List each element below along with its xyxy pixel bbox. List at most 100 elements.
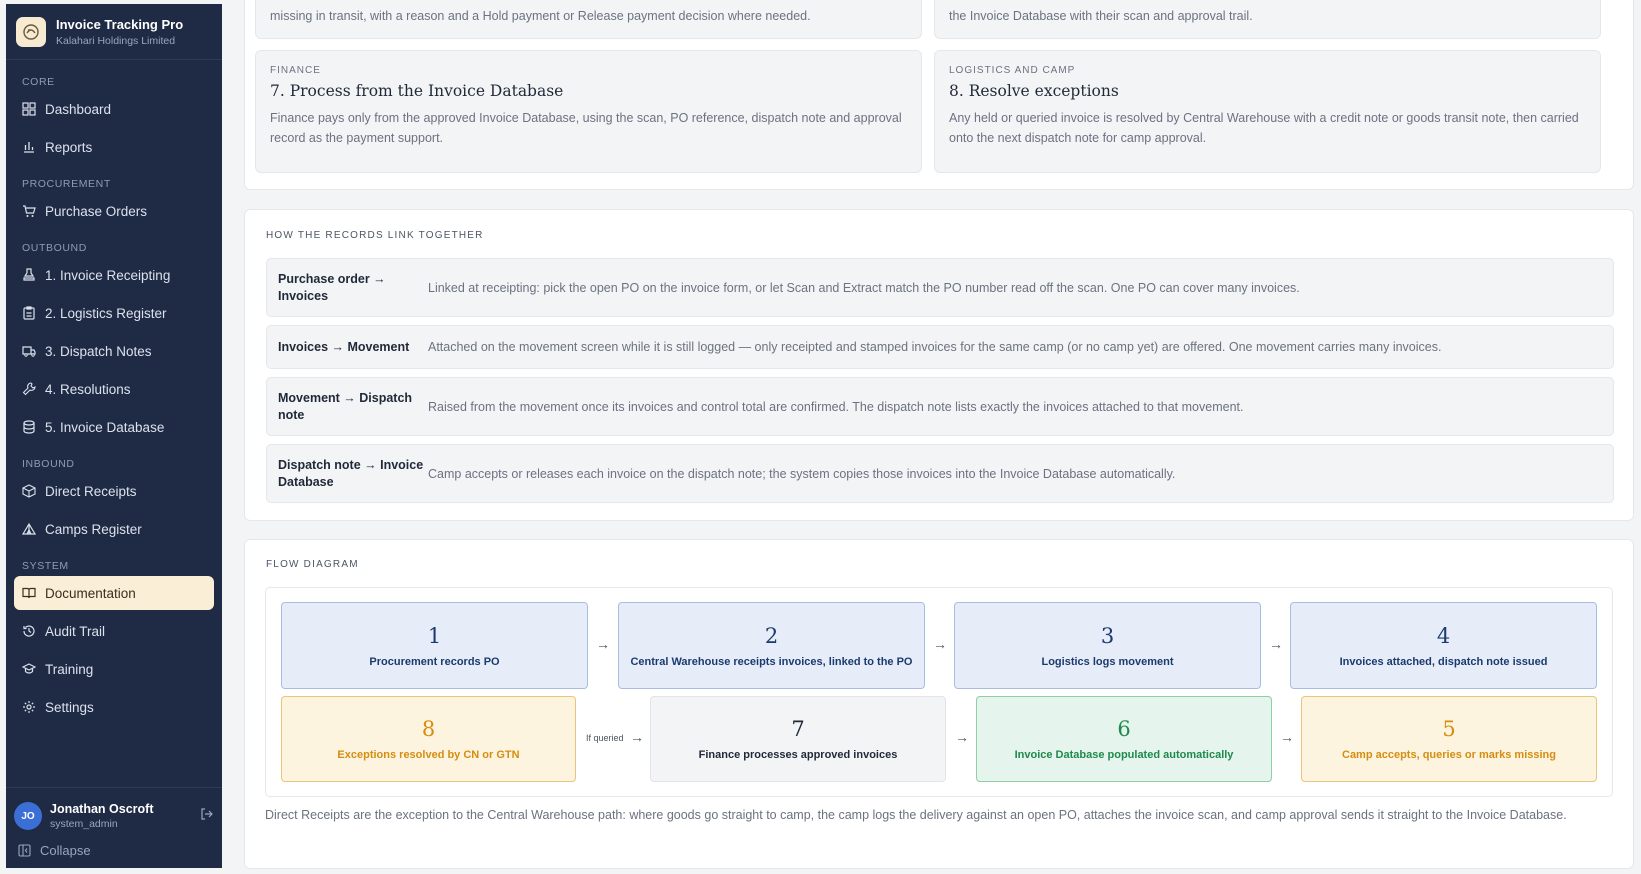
sidebar-item-label: 2. Logistics Register	[45, 305, 167, 321]
flow-node-number: 7	[791, 717, 805, 741]
step-category: FINANCE	[270, 65, 321, 76]
bar-chart-icon	[24, 142, 34, 153]
flow-node-number: 4	[1436, 623, 1451, 648]
sidebar-item-reports[interactable]: Reports	[14, 130, 214, 164]
step-box-6: missing in transit, with a reason and a …	[255, 0, 922, 39]
sidebar-item-training[interactable]: Training	[14, 652, 214, 686]
collapse-icon	[18, 843, 31, 857]
flow-arrow: →	[1269, 636, 1283, 652]
flow-arrow: →	[630, 729, 644, 745]
link-from: Movement → Dispatch note	[278, 390, 413, 422]
if-queried-label: If queried	[586, 733, 624, 743]
link-row: Dispatch note → Invoice Database Camp ac…	[266, 444, 1614, 503]
sidebar-item-label: Training	[45, 661, 94, 677]
sidebar-item-label: Settings	[45, 699, 94, 715]
flow-node-number: 1	[427, 623, 442, 648]
brand-logo-icon	[16, 16, 46, 47]
flow-node-number: 6	[1117, 717, 1131, 741]
step-box-7: FINANCE 7. Process from the Invoice Data…	[255, 50, 922, 173]
link-row: Invoices → Movement Attached on the move…	[266, 325, 1614, 369]
sidebar-item-logistics-register[interactable]: 2. Logistics Register	[14, 296, 214, 330]
section-heading: FLOW DIAGRAM	[266, 559, 359, 570]
flow-node-number: 2	[764, 623, 779, 648]
collapse-label: Collapse	[40, 842, 91, 858]
link-description: Raised from the movement once its invoic…	[428, 399, 1244, 414]
sidebar-item-resolutions[interactable]: 4. Resolutions	[14, 372, 214, 406]
sidebar: Invoice Tracking Pro Kalahari Holdings L…	[6, 4, 222, 868]
link-row: Purchase order → Invoices Linked at rece…	[266, 258, 1614, 317]
flow-node-label: Invoices attached, dispatch note issued	[1339, 655, 1548, 668]
sidebar-item-audit-trail[interactable]: Audit Trail	[14, 614, 214, 648]
workflow-steps-card: missing in transit, with a reason and a …	[244, 0, 1634, 190]
flow-arrow: →	[1280, 729, 1294, 745]
brand-subtitle: Kalahari Holdings Limited	[56, 34, 176, 47]
brand[interactable]: Invoice Tracking Pro Kalahari Holdings L…	[6, 4, 222, 60]
flow-node-label: Exceptions resolved by CN or GTN	[337, 749, 520, 761]
nav-section-core: CORE	[22, 76, 55, 88]
flow-node-number: 3	[1100, 623, 1115, 648]
flow-node-2: 2 Central Warehouse receipts invoices, l…	[618, 602, 925, 689]
flow-node-5: 5 Camp accepts, queries or marks missing	[1301, 696, 1597, 782]
nav-section-inbound: INBOUND	[22, 458, 75, 470]
sidebar-item-label: Camps Register	[45, 521, 142, 537]
flow-node-8: 8 Exceptions resolved by CN or GTN	[281, 696, 576, 782]
flow-node-1: 1 Procurement records PO	[281, 602, 588, 689]
user-row: JO Jonathan Oscroft system_admin	[14, 796, 214, 836]
sidebar-item-purchase-orders[interactable]: Purchase Orders	[14, 194, 214, 228]
sidebar-item-camps-register[interactable]: Camps Register	[14, 512, 214, 546]
nav-section-procurement: PROCUREMENT	[22, 178, 111, 190]
link-from: Invoices → Movement	[278, 339, 410, 354]
step-title: 8. Resolve exceptions	[949, 82, 1119, 100]
avatar[interactable]: JO	[14, 802, 42, 830]
brand-title: Invoice Tracking Pro	[56, 16, 184, 32]
flow-arrow: →	[933, 636, 947, 652]
section-heading: HOW THE RECORDS LINK TOGETHER	[266, 230, 484, 241]
flow-node-label: Camp accepts, queries or marks missing	[1342, 749, 1556, 761]
sidebar-item-dashboard[interactable]: Dashboard	[14, 92, 214, 126]
dashboard-icon	[22, 102, 36, 116]
direct-receipts-note: Direct Receipts are the exception to the…	[265, 808, 1567, 822]
tent-icon	[22, 522, 36, 535]
step-description: missing in transit, with a reason and a …	[270, 9, 811, 23]
sidebar-nav: CORE Dashboard Reports PROCUREMENT Purch…	[6, 60, 222, 787]
step-category: LOGISTICS AND CAMP	[949, 65, 1076, 76]
flow-node-label: Invoice Database populated automatically	[1014, 749, 1234, 761]
sidebar-item-label: Direct Receipts	[45, 483, 137, 499]
records-link-card: HOW THE RECORDS LINK TOGETHER Purchase o…	[244, 209, 1634, 521]
clipboard-icon	[23, 306, 35, 320]
flow-node-label: Logistics logs movement	[1041, 655, 1174, 668]
package-icon	[22, 484, 36, 498]
link-from: Purchase order → Invoices	[278, 271, 386, 303]
sidebar-item-label: Purchase Orders	[45, 203, 148, 219]
step-box-8: LOGISTICS AND CAMP 8. Resolve exceptions…	[934, 50, 1601, 173]
main-content: missing in transit, with a reason and a …	[234, 0, 1636, 874]
collapse-button[interactable]: Collapse	[14, 836, 214, 864]
link-description: Camp accepts or releases each invoice on…	[428, 466, 1176, 481]
sidebar-item-documentation[interactable]: Documentation	[14, 576, 214, 610]
flow-node-label: Central Warehouse receipts invoices, lin…	[630, 655, 913, 668]
sidebar-item-invoice-receipting[interactable]: 1. Invoice Receipting	[14, 258, 214, 292]
link-from: Dispatch note → Invoice Database	[278, 457, 424, 489]
link-description: Linked at receipting: pick the open PO o…	[428, 280, 1300, 295]
flow-node-label: Finance processes approved invoices	[698, 749, 898, 761]
step-description: Any held or queried invoice is resolved …	[949, 111, 1579, 145]
sidebar-item-label: Reports	[45, 139, 93, 155]
history-icon	[23, 625, 35, 637]
step-box-6b: the Invoice Database with their scan and…	[934, 0, 1601, 39]
link-row: Movement → Dispatch note Raised from the…	[266, 377, 1614, 436]
step-description: the Invoice Database with their scan and…	[949, 9, 1253, 23]
flow-node-number: 8	[421, 717, 436, 741]
sidebar-item-label: Audit Trail	[45, 623, 106, 639]
graduation-cap-icon	[22, 663, 36, 674]
flow-node-6: 6 Invoice Database populated automatical…	[976, 696, 1272, 782]
gear-icon	[23, 701, 35, 713]
sidebar-item-direct-receipts[interactable]: Direct Receipts	[14, 474, 214, 508]
sidebar-item-label: 4. Resolutions	[45, 381, 131, 397]
flow-node-label: Procurement records PO	[369, 655, 500, 668]
link-description: Attached on the movement screen while it…	[428, 340, 1442, 354]
sidebar-item-settings[interactable]: Settings	[14, 690, 214, 724]
flow-node-4: 4 Invoices attached, dispatch note issue…	[1290, 602, 1597, 689]
sidebar-item-dispatch-notes[interactable]: 3. Dispatch Notes	[14, 334, 214, 368]
sidebar-item-invoice-database[interactable]: 5. Invoice Database	[14, 410, 214, 444]
logout-icon[interactable]	[200, 807, 214, 826]
